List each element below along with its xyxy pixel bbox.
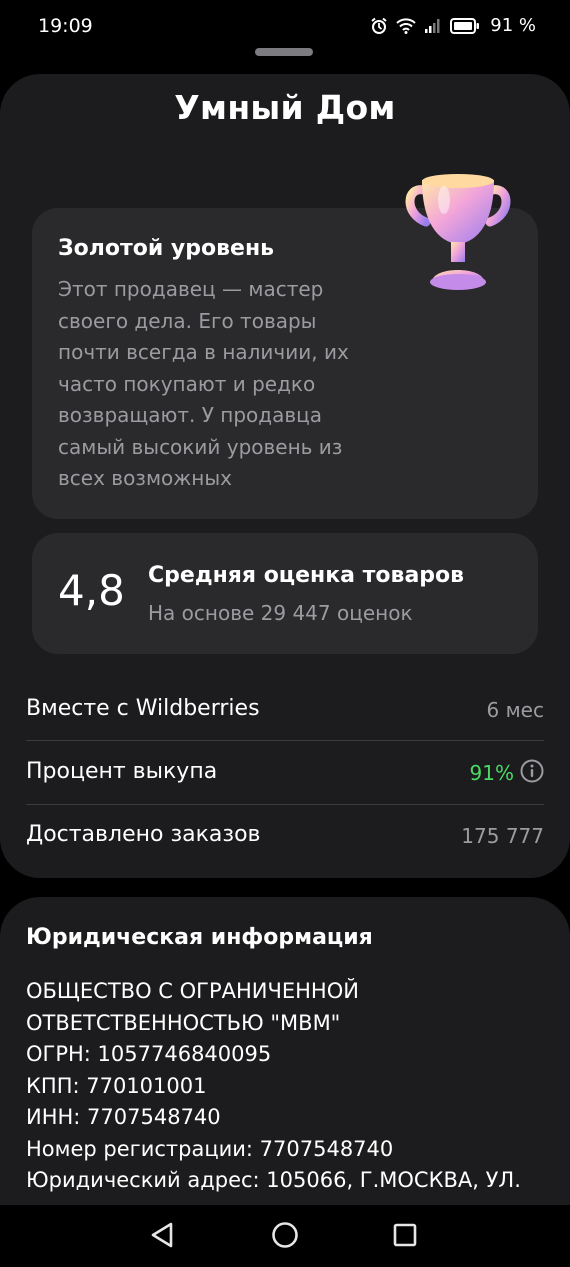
legal-line: ОТВЕТСТВЕННОСТЬЮ "МВМ": [26, 1010, 341, 1035]
level-description-line: Этот продавец — мастер: [58, 277, 324, 301]
info-icon[interactable]: [520, 759, 544, 783]
level-title: Золотой уровень: [58, 236, 275, 261]
level-description-line: часто покупают и редко: [58, 371, 316, 396]
stat-value: 91%: [469, 761, 514, 785]
back-icon[interactable]: [143, 1215, 183, 1255]
divider: [26, 740, 544, 741]
legal-info-text: ОБЩЕСТВО С ОГРАНИЧЕННОЙ ОТВЕТСТВЕННОСТЬЮ…: [26, 976, 556, 1197]
legal-line: ОБЩЕСТВО С ОГРАНИЧЕННОЙ: [26, 979, 359, 1003]
navigation-bar: [0, 1205, 570, 1267]
legal-line: ИНН: 7707548740: [26, 1105, 221, 1129]
legal-title: Юридическая информация: [26, 925, 373, 950]
status-icons: 91 %: [370, 15, 536, 36]
level-description-line: почти всегда в наличии, их: [58, 340, 349, 364]
status-time: 19:09: [38, 15, 93, 37]
page-title: Умный Дом: [174, 88, 396, 127]
legal-line: КПП: 770101001: [26, 1073, 207, 1098]
level-description: Этот продавец — мастер своего дела. Его …: [58, 274, 378, 495]
trophy-icon: [405, 174, 511, 290]
battery-percent: 91 %: [490, 15, 536, 36]
wifi-icon: [396, 17, 416, 34]
stat-label: Вместе с Wildberries: [26, 696, 260, 721]
home-icon[interactable]: [265, 1215, 305, 1255]
stat-value: 6 мес: [486, 698, 544, 722]
rating-subtitle: На основе 29 447 оценок: [148, 601, 413, 625]
stat-value: 175 777: [461, 824, 544, 848]
level-description-line: самый высокий уровень из: [58, 434, 343, 459]
level-description-line: своего дела. Его товары: [58, 308, 317, 333]
legal-line: Юридический адрес: 105066, Г.МОСКВА, УЛ.: [26, 1168, 521, 1192]
battery-icon: [450, 17, 480, 34]
stat-row-buyout-percent: Процент выкупа 91%: [26, 759, 544, 821]
stat-row-delivered-orders: Доставлено заказов 175 777: [26, 822, 544, 884]
recents-icon[interactable]: [385, 1215, 425, 1255]
stat-label: Доставлено заказов: [26, 822, 261, 847]
sheet-drag-handle[interactable]: [255, 48, 313, 56]
divider: [26, 804, 544, 805]
level-description-line: всех возможных: [58, 466, 232, 490]
alarm-icon: [371, 17, 387, 34]
legal-line: ОГРН: 1057746840095: [26, 1042, 272, 1066]
stat-label: Процент выкупа: [26, 759, 218, 784]
level-description-line: возвращают. У продавца: [58, 403, 322, 427]
rating-value: 4,8: [58, 566, 125, 615]
signal-icon: [425, 18, 440, 33]
stat-row-with-wildberries: Вместе с Wildberries 6 мес: [26, 696, 544, 758]
rating-title: Средняя оценка товаров: [148, 563, 465, 588]
legal-line: Номер регистрации: 7707548740: [26, 1136, 394, 1161]
